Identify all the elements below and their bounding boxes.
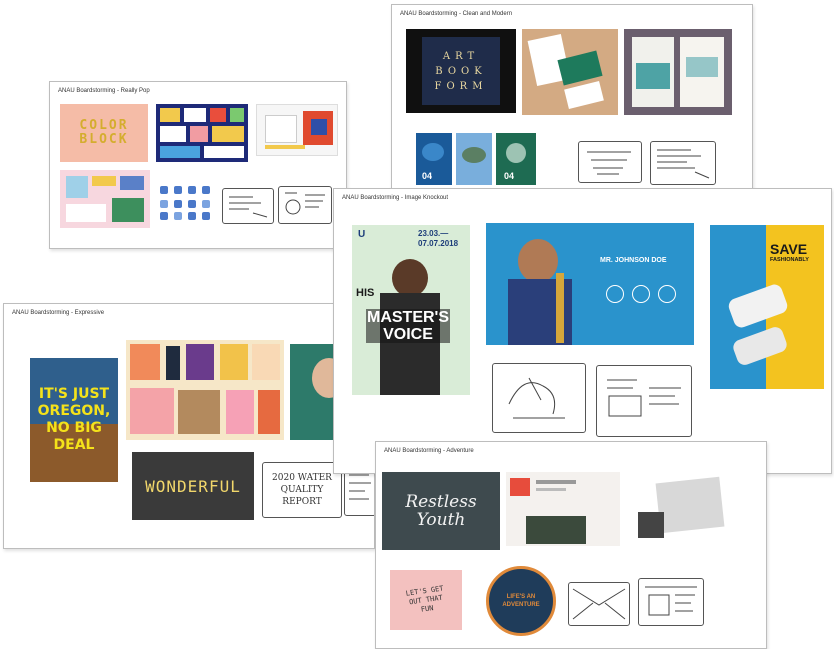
art-book-poster: ART BOOK FORM xyxy=(406,29,516,113)
wonderful-card: WONDERFUL xyxy=(132,452,254,520)
card-light-blue xyxy=(456,133,492,185)
restless-text: Restless xyxy=(405,492,477,512)
masters-voice-poster: U 23.03.— 07.07.2018 HIS MASTER'S VOICE xyxy=(352,225,470,395)
lets-get-out-text: LET'S GET OUT THAT FUN xyxy=(405,583,445,614)
card-blue: 04 xyxy=(416,133,452,185)
poster-his: HIS xyxy=(356,287,375,299)
oregon-text: IT'S JUST OREGON, NO BIG DEAL xyxy=(37,386,111,453)
poster-date: 23.03.— 07.07.2018 xyxy=(418,229,459,248)
board-title: ANAU Boardstorming - Adventure xyxy=(384,448,474,454)
fashionably-text: FASHIONABLY xyxy=(770,257,809,263)
wireframe-sketch xyxy=(278,186,332,224)
water-report-sketch xyxy=(578,141,642,183)
poster-title: MASTER'S VOICE xyxy=(366,309,450,343)
wireframe-sketch xyxy=(222,188,274,224)
jazz-banner: MR. JOHNSON DOE xyxy=(486,223,694,345)
save-text: SAVE xyxy=(770,241,808,257)
magazine-mockup xyxy=(624,29,732,115)
restless-youth-banner: Restless Youth xyxy=(382,472,500,550)
adventure-print-mockup xyxy=(628,472,756,550)
oregon-poster: IT'S JUST OREGON, NO BIG DEAL xyxy=(30,358,118,482)
color-block-tile: COLOR BLOCK xyxy=(60,104,148,162)
adventure-web-mockup xyxy=(506,472,620,546)
board-title: ANAU Boardstorming - Really Pop xyxy=(58,88,150,94)
sketch-text: 2020 WATER QUALITY REPORT xyxy=(272,473,332,507)
water-report-sketch: 2020 WATER QUALITY REPORT xyxy=(262,462,342,518)
board-title: ANAU Boardstorming - Expressive xyxy=(12,310,105,316)
board-color-pop[interactable]: ANAU Boardstorming - Really Pop COLOR BL… xyxy=(49,81,347,249)
adventure-badge-text: LIFE'S AN ADVENTURE xyxy=(502,594,540,608)
board-title: ANAU Boardstorming - Image Knockout xyxy=(342,195,449,201)
wireframe-sketch xyxy=(650,141,716,185)
adventure-badge: LIFE'S AN ADVENTURE xyxy=(486,566,556,636)
pop-icon-grid xyxy=(160,182,216,222)
save-fashionably-ad: SAVE FASHIONABLY xyxy=(710,225,824,389)
board-expressive[interactable]: ANAU Boardstorming - Expressive IT'S JUS… xyxy=(3,303,375,549)
youth-text: Youth xyxy=(416,510,466,530)
expressive-collage xyxy=(126,340,284,440)
pop-ui-collage xyxy=(156,104,248,162)
pop-photo-collage xyxy=(60,170,150,228)
jazz-name: MR. JOHNSON DOE xyxy=(600,257,667,264)
card-number: 04 xyxy=(504,171,515,181)
wonderful-text: WONDERFUL xyxy=(145,476,241,496)
card-green: 04 xyxy=(496,133,536,185)
color-block-text: COLOR BLOCK xyxy=(79,118,129,147)
envelope-sketch xyxy=(568,582,630,626)
pop-web-mockup xyxy=(256,104,338,156)
board-image-knockout[interactable]: ANAU Boardstorming - Image Knockout U 23… xyxy=(333,188,832,474)
wireframe-sketch xyxy=(596,365,692,437)
card-number: 04 xyxy=(422,171,433,181)
board-title: ANAU Boardstorming - Clean and Modern xyxy=(400,11,513,17)
poster-sketch xyxy=(492,363,586,433)
board-clean-modern[interactable]: ANAU Boardstorming - Clean and Modern AR… xyxy=(391,4,753,196)
wireframe-sketch xyxy=(638,578,704,626)
lets-get-out-card: LET'S GET OUT THAT FUN xyxy=(390,570,462,630)
stationery-mockup xyxy=(522,29,618,115)
art-book-text: ART BOOK FORM xyxy=(434,50,488,92)
board-adventure[interactable]: ANAU Boardstorming - Adventure Restless … xyxy=(375,441,767,649)
